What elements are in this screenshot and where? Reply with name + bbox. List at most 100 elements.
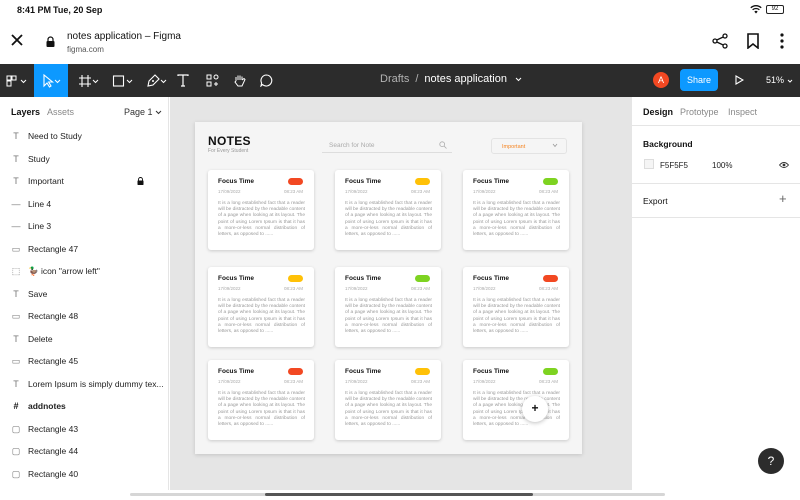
canvas[interactable]: NOTES For Every Student Search for Note … [170,97,631,490]
layer-item[interactable]: — Line 4 [0,193,169,215]
status-date: Tue, 20 Sep [53,5,103,15]
shape-tool-button[interactable] [106,64,140,97]
note-card[interactable]: Focus Time 17/09/2022 08:23 AM It is a long… [463,170,569,250]
layer-item[interactable]: — Line 3 [0,215,169,237]
chevron-down-icon[interactable] [515,77,522,82]
note-title: Focus Time [218,275,255,282]
search-input[interactable]: Search for Note [322,138,452,153]
browser-bar: notes application – Figma figma.com [0,20,800,64]
close-icon[interactable] [10,33,24,47]
help-button[interactable]: ? [758,448,784,474]
background-opacity[interactable]: 100% [712,161,732,170]
layer-item[interactable]: ▭ Rectangle 48 [0,305,169,327]
note-body: It is a long established fact that a rea… [218,391,305,428]
add-export-icon[interactable]: + [779,192,787,205]
layer-item[interactable]: ▢ Rectangle 43 [0,418,169,440]
background-swatch[interactable] [644,159,654,169]
note-card[interactable]: Focus Time 17/09/2022 08:23 AM It is a long… [335,170,441,250]
note-card[interactable]: Focus Time 17/09/2022 08:23 AM It is a long… [335,267,441,347]
note-body: It is a long established fact that a rea… [345,298,432,335]
comment-tool-button[interactable] [257,64,275,97]
layer-item[interactable]: # addnotes [0,395,169,417]
layer-item[interactable]: T Study [0,148,169,170]
rectangle-icon: ▭ [11,243,21,254]
note-card[interactable]: Focus Time 17/09/2022 08:23 AM It is a long… [463,267,569,347]
main-menu-button[interactable] [0,64,34,97]
play-icon[interactable] [735,75,744,85]
zoom-value: 51% [766,75,785,85]
avatar[interactable]: A [653,72,669,88]
priority-badge [415,178,430,185]
note-card[interactable]: Focus Time 17/09/2022 08:23 AM It is a long… [208,170,314,250]
tab-layers[interactable]: Layers [11,107,40,117]
layer-name: Rectangle 47 [28,243,79,254]
more-vertical-icon[interactable] [780,33,784,49]
bookmark-icon[interactable] [747,33,759,49]
note-time: 08:23 AM [411,379,431,384]
pen-tool-button[interactable] [140,64,174,97]
rectangle-icon: ▢ [11,468,21,479]
text-icon: T [13,378,19,389]
page-selector-label: Page 1 [124,107,153,117]
tab-prototype[interactable]: Prototype [680,107,719,117]
background-hex[interactable]: F5F5F5 [660,161,688,170]
layer-name: Rectangle 43 [28,423,79,434]
layer-name: Rectangle 44 [28,446,79,456]
layer-name: Save [28,288,48,299]
note-card[interactable]: Focus Time 17/09/2022 08:23 AM It is a long… [208,267,314,347]
layer-item[interactable]: ⬚ 🦆 icon "arrow left" [0,260,169,282]
layer-name: Study [28,153,50,164]
note-title: Focus Time [345,368,382,375]
breadcrumb-separator: / [415,73,419,85]
share-button[interactable]: Share [680,69,718,91]
lock-icon[interactable] [137,177,144,185]
page-selector[interactable]: Page 1 [124,107,162,117]
frame-title: NOTES [208,134,251,148]
design-panel: Design Prototype Inspect Background F5F5… [631,97,800,490]
move-tool-button[interactable] [34,64,68,97]
divider [632,125,800,126]
frame-tool-button[interactable] [72,64,106,97]
note-card[interactable]: Focus Time 17/09/2022 08:23 AM It is a long… [463,360,569,440]
priority-badge [415,368,430,375]
note-date: 17/09/2022 [218,189,241,194]
layer-item[interactable]: ▢ Rectangle 40 [0,463,169,485]
layer-name: Line 4 [28,198,52,209]
layer-item[interactable]: ▭ Rectangle 47 [0,238,169,260]
priority-badge [543,275,558,282]
layer-item[interactable]: T Lorem Ipsum is simply dummy tex... [0,373,169,395]
chevron-down-icon [552,143,558,148]
file-name[interactable]: notes application [424,73,507,85]
layer-item[interactable]: T Save [0,283,169,305]
note-time: 08:23 AM [539,379,559,384]
note-card[interactable]: Focus Time 17/09/2022 08:23 AM It is a long… [335,360,441,440]
eye-icon[interactable] [779,161,789,169]
note-date: 17/09/2022 [473,189,496,194]
line-icon: — [11,221,21,231]
layer-item[interactable]: T Important [0,170,169,192]
note-body: It is a long established fact that a rea… [473,201,560,238]
breadcrumb-drafts[interactable]: Drafts [380,73,409,85]
divider [632,217,800,218]
wifi-icon [750,5,762,14]
scrollbar-thumb[interactable] [265,493,533,496]
layer-item[interactable]: ▭ Rectangle 45 [0,350,169,372]
resources-button[interactable] [203,64,221,97]
layer-item[interactable]: ▢ Rectangle 44 [0,440,169,462]
zoom-level[interactable]: 51% [766,75,793,85]
layer-item[interactable]: T Delete [0,328,169,350]
layer-item[interactable]: T Need to Study [0,125,169,147]
layer-name: 🦆 icon "arrow left" [28,266,100,276]
share-icon[interactable] [712,33,728,49]
note-body: It is a long established fact that a rea… [345,201,432,238]
hand-tool-button[interactable] [230,64,248,97]
tab-inspect[interactable]: Inspect [728,107,757,117]
tab-design[interactable]: Design [643,107,673,117]
add-note-button[interactable]: + [522,396,548,422]
note-date: 17/09/2022 [473,379,496,384]
tab-assets[interactable]: Assets [47,107,74,117]
note-card[interactable]: Focus Time 17/09/2022 08:23 AM It is a long… [208,360,314,440]
layer-name: Rectangle 40 [28,468,79,479]
frame-icon [79,74,99,87]
text-tool-button[interactable] [174,64,192,97]
